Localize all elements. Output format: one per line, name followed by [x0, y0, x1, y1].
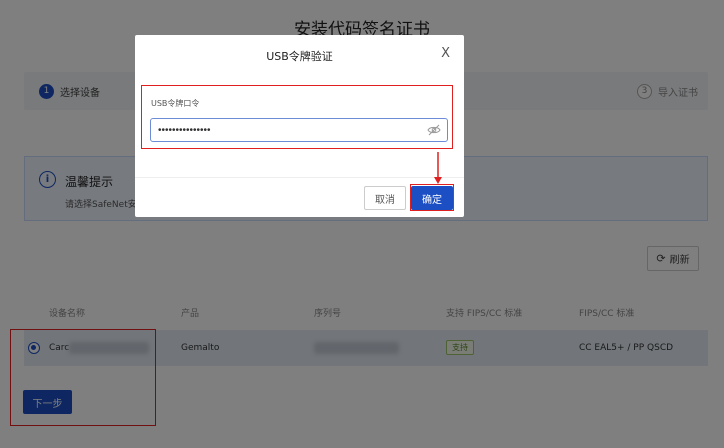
dialog-divider — [135, 177, 464, 178]
close-icon[interactable]: X — [441, 46, 450, 61]
eye-off-icon[interactable] — [427, 124, 441, 136]
usb-token-dialog: USB令牌验证 X USB令牌口令 取消 确定 — [135, 35, 464, 217]
token-password-input[interactable] — [150, 118, 448, 142]
confirm-button[interactable]: 确定 — [411, 186, 453, 210]
dialog-title: USB令牌验证 — [266, 50, 333, 63]
cancel-button[interactable]: 取消 — [364, 186, 406, 210]
password-label: USB令牌口令 — [151, 99, 200, 108]
